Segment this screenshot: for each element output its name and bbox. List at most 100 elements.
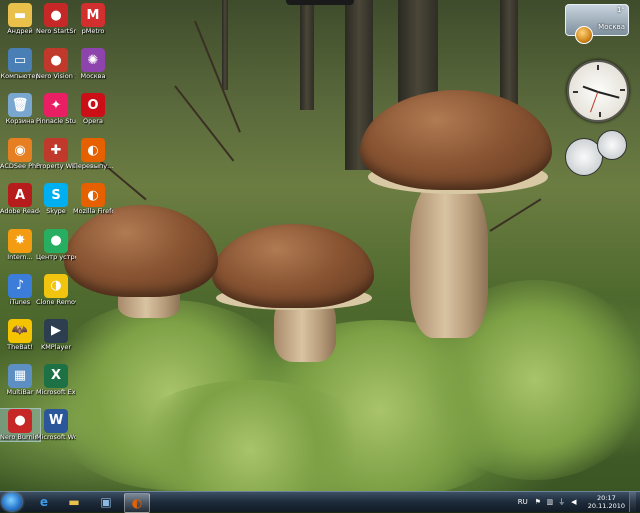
firefox-icon: ◐ (81, 183, 105, 208)
taskbar-button[interactable]: ◐ (124, 493, 150, 513)
desktop-icon[interactable]: ✦Pinnacle Studio 14 (36, 93, 76, 125)
desktop-icon[interactable]: S Skype (36, 183, 76, 215)
desktop-icon-label: Перевыпу... (73, 163, 113, 171)
pinnacle-icon: ✦ (44, 93, 68, 118)
desktop-icon[interactable]: O Opera (73, 93, 113, 125)
weather-sun-icon (575, 26, 593, 44)
firefox-icon: ◐ (131, 496, 143, 510)
desktop-icon-label: Skype (46, 208, 66, 216)
desktop-icon-label: Pinnacle Studio 14 (36, 118, 76, 126)
moscow-icon: ✺ (81, 48, 105, 73)
nero-burning-icon: ● (8, 408, 32, 433)
desktop-icon[interactable]: ◑Clone Remover 3.9 (36, 273, 76, 306)
pmetro-icon: M (81, 3, 105, 27)
desktop-icon[interactable]: ✺ Москва (73, 48, 113, 80)
usb-icon[interactable]: ⏚ (558, 498, 566, 506)
desktop-icon[interactable]: WMicrosoft Word 2010 (36, 408, 76, 441)
desktop-icon[interactable]: ✚Property Wizard (36, 138, 76, 170)
taskbar-button[interactable]: e (32, 493, 56, 511)
desktop-icon-label: ACDSee Photo Ma... (0, 163, 40, 171)
desktop-icon-label: Adobe Reader X (0, 208, 40, 216)
desktop-icon-label: Clone Remover 3.9 (36, 298, 76, 306)
desktop-icon-label: iTunes (9, 298, 31, 306)
show-desktop-button[interactable] (629, 492, 636, 512)
system-tray: RU ⚑ ▥ ⏚ ◀ 20:17 20.11.2010 (518, 492, 636, 512)
itunes-icon: ♪ (8, 273, 32, 298)
desktop-icon-label: Nero StartSmart 10 (36, 28, 76, 35)
desktop-icon-label: MultiBar (6, 388, 34, 396)
taskbar-button[interactable]: ▬ (62, 493, 86, 511)
weather-city: Москва (598, 23, 625, 31)
adobe-reader-icon: A (8, 183, 32, 208)
desktop-icon-label: Mozilla Firefox (73, 208, 113, 216)
gadget-collapse-tab[interactable] (286, 0, 354, 5)
weather-temperature: 1° (617, 6, 625, 14)
opera-icon: O (81, 93, 105, 118)
start-button[interactable] (2, 493, 22, 511)
wizard-icon: ✚ (44, 138, 68, 163)
desktop-icon[interactable]: ●Nero Vision 10 (36, 48, 76, 80)
word-icon: W (44, 408, 68, 433)
desktop-icon[interactable]: XMicrosoft Excel 2010 (36, 363, 76, 396)
desktop[interactable]: ▬Андрей●Nero StartSmart 10MpMetro▭Компью… (0, 0, 640, 491)
desktop-icon[interactable]: 🗑 Корзина (0, 93, 40, 125)
desktop-icon-label: Property Wizard (36, 163, 76, 171)
desktop-icon-label: Opera (83, 118, 103, 126)
desktop-icon[interactable]: ▬ Андрей (0, 3, 40, 35)
volume-icon[interactable]: ◀ (570, 498, 578, 506)
taskbar-clock[interactable]: 20:17 20.11.2010 (588, 494, 625, 510)
cpu-meter-gadget[interactable] (565, 130, 627, 176)
desktop-icon[interactable]: MpMetro (73, 3, 113, 35)
multibar-icon: ▦ (8, 363, 32, 388)
taskbar-date: 20.11.2010 (587, 502, 625, 510)
desktop-icon[interactable]: ◐ Перевыпу... (73, 138, 113, 170)
desktop-icon[interactable]: ●Центр устройст... (36, 228, 76, 261)
clock-second-hand (590, 91, 599, 113)
taskbar: e ▬ ▣ ◐ RU ⚑ ▥ ⏚ ◀ 20:17 20.11.2010 (0, 491, 640, 513)
clock-gadget[interactable] (567, 60, 629, 122)
network-icon[interactable]: ▥ (546, 498, 554, 506)
desktop-icon-label: Корзина (5, 118, 35, 126)
explorer-folder-icon: ▬ (68, 495, 80, 509)
acdsee-icon: ◉ (8, 138, 32, 163)
desktop-icon-label: Центр устройст... (36, 253, 76, 261)
desktop-icon[interactable]: 🦇 TheBat! (0, 318, 40, 351)
desktop-icon-label: Microsoft Word 2010 (36, 433, 76, 441)
desktop-icon[interactable]: AAdobe Reader X (0, 183, 40, 215)
desktop-icon[interactable]: ◉ACDSee Photo Ma... (0, 138, 40, 170)
language-indicator[interactable]: RU (518, 498, 528, 506)
nero-vision-icon: ● (44, 48, 68, 73)
desktop-icon[interactable]: ●Nero Burning ROM 10 (0, 407, 41, 442)
desktop-icon-label: TheBat! (7, 343, 33, 351)
skype-icon: S (44, 183, 68, 208)
desktop-icon-label: Intern... (7, 253, 33, 261)
desktop-icon[interactable]: ▶ KMPlayer (36, 318, 76, 351)
desktop-icon[interactable]: ▦ MultiBar (0, 363, 40, 396)
internet-icon: ✸ (8, 228, 32, 253)
desktop-icon[interactable]: ▭ Компьютер (0, 48, 40, 80)
desktop-icon-label: Nero Burning ROM 10 (0, 433, 40, 441)
desktop-icon-label: Nero Vision 10 (36, 73, 76, 81)
thebat-icon: 🦇 (8, 318, 32, 343)
nero-icon: ● (44, 3, 68, 27)
flag-icon[interactable]: ⚑ (534, 498, 542, 506)
taskbar-time: 20:17 (597, 494, 616, 502)
desktop-icon-label: Москва (80, 73, 106, 81)
taskbar-button[interactable]: ▣ (94, 493, 118, 511)
device-center-icon: ● (44, 228, 68, 253)
clock-minute-hand (597, 91, 620, 99)
clone-remover-icon: ◑ (44, 273, 68, 298)
desktop-icon-label: Андрей (7, 28, 33, 35)
internet-explorer-icon: e (39, 495, 49, 509)
clock-hour-hand (582, 85, 599, 93)
excel-icon: X (44, 363, 68, 388)
recycle-bin-icon: 🗑 (8, 93, 32, 118)
desktop-icon[interactable]: ◐Mozilla Firefox (73, 183, 113, 215)
desktop-icon-label: KMPlayer (40, 343, 72, 351)
desktop-icon[interactable]: ♪ iTunes (0, 273, 40, 306)
desktop-icon-label: Компьютер (0, 73, 40, 81)
computer-icon: ▭ (8, 48, 32, 73)
desktop-icon[interactable]: ●Nero StartSmart 10 (36, 3, 76, 35)
firefox-icon: ◐ (81, 138, 105, 163)
desktop-icon[interactable]: ✸ Intern... (0, 228, 40, 261)
